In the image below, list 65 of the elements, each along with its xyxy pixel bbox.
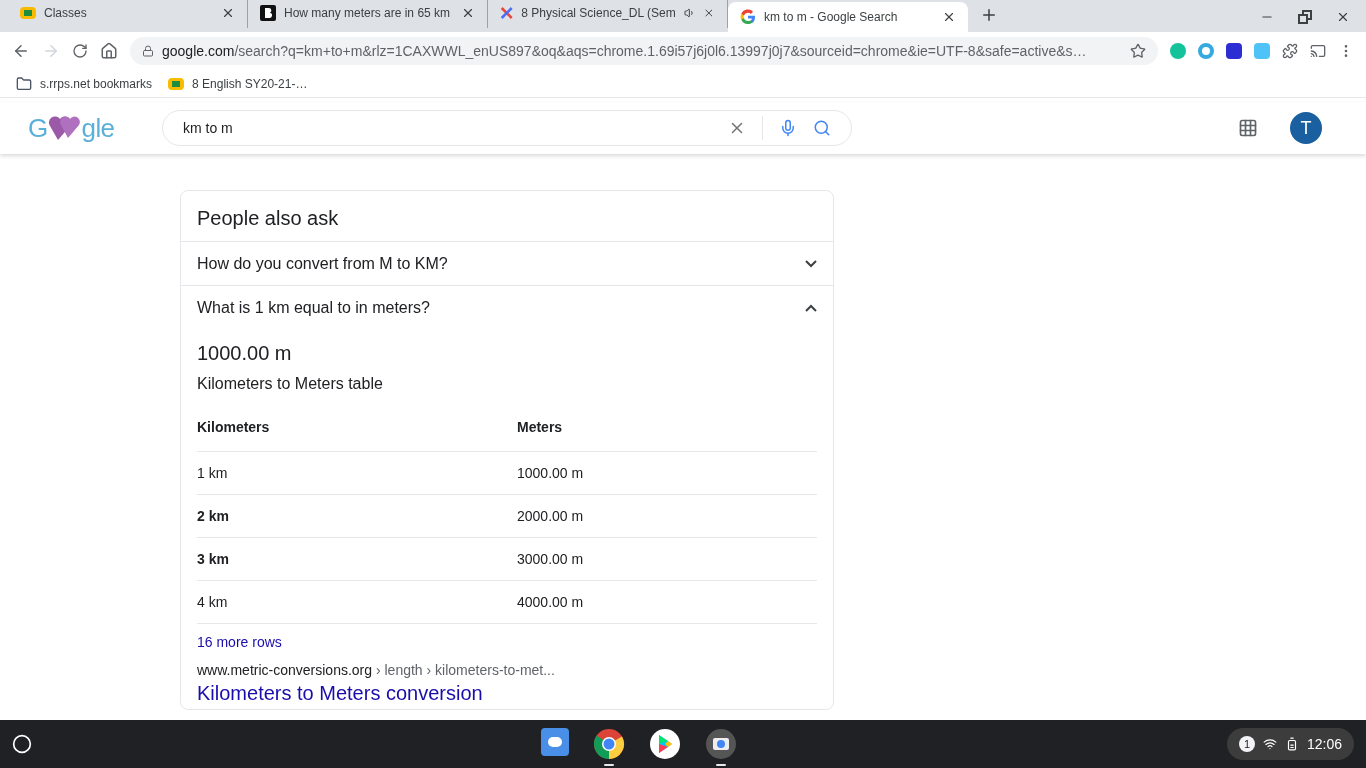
- search-input[interactable]: km to m: [183, 117, 712, 139]
- table-cell: 3 km: [197, 538, 517, 581]
- play-store-app-icon[interactable]: [649, 728, 682, 760]
- table-caption: Kilometers to Meters table: [197, 374, 384, 394]
- tab-title: km to m - Google Search: [764, 9, 899, 26]
- browser-tab[interactable]: km to m - Google Search: [728, 2, 968, 32]
- tab-title: 8 Physical Science_DL (Sem: [521, 5, 676, 22]
- search-icon[interactable]: [813, 119, 831, 137]
- question-row[interactable]: How do you convert from M to KM?: [181, 242, 833, 286]
- home-icon[interactable]: [100, 42, 118, 60]
- classroom-icon: [20, 7, 36, 19]
- folder-icon: [16, 75, 32, 92]
- cross-logo-icon: [500, 5, 514, 21]
- source-url: www.metric-conversions.org › length › kilometers-to-met...: [197, 661, 556, 680]
- restore-icon[interactable]: [1298, 10, 1312, 24]
- launcher-icon[interactable]: [12, 734, 32, 754]
- microphone-icon[interactable]: [779, 119, 797, 137]
- close-tab-icon[interactable]: [221, 6, 235, 20]
- address-bar[interactable]: google.com/search?q=km+to+m&rlz=1CAXWWL_enUS897&oq&aqs=chrome.1.69i57j6j0l6.13997j0j7&sourceid=chrome&ie=UTF-8&safe=active&s…: [130, 37, 1158, 65]
- table-cell: 1000.00 m: [517, 452, 817, 495]
- more-rows-link[interactable]: 16 more rows: [197, 624, 817, 660]
- table-cell: 4 km: [197, 581, 517, 624]
- notification-count: 1: [1238, 736, 1255, 752]
- classroom-icon: [168, 77, 185, 90]
- google-icon: [740, 9, 756, 25]
- apps-grid-icon[interactable]: [1238, 118, 1258, 138]
- bookmark-item[interactable]: s.rrps.net bookmarks: [16, 74, 153, 93]
- back-icon[interactable]: [12, 42, 30, 60]
- wifi-icon: [1262, 737, 1277, 751]
- bookmark-star-icon[interactable]: [1130, 43, 1146, 59]
- close-window-icon[interactable]: [1336, 10, 1350, 24]
- table-cell: 1 km: [197, 452, 517, 495]
- tab-title: Classes: [44, 5, 88, 22]
- table-cell: 4000.00 m: [517, 581, 817, 624]
- browser-tab[interactable]: How many meters are in 65 km: [248, 0, 488, 28]
- new-tab-icon[interactable]: [980, 6, 998, 24]
- question-row[interactable]: What is 1 km equal to in meters?: [181, 286, 833, 330]
- browser-tab[interactable]: Classes: [8, 0, 248, 28]
- column-header: Meters: [517, 404, 817, 452]
- ring-extension-icon[interactable]: [1198, 43, 1214, 59]
- result-link[interactable]: Kilometers to Meters conversion: [197, 681, 817, 709]
- tab-title: How many meters are in 65 km: [284, 5, 452, 22]
- reload-icon[interactable]: [72, 43, 88, 59]
- lock-icon: [142, 45, 154, 57]
- extension-icon[interactable]: [1226, 43, 1242, 59]
- section-title: People also ask: [181, 191, 833, 242]
- messages-app-icon[interactable]: [541, 728, 570, 756]
- table-cell: 2 km: [197, 495, 517, 538]
- status-tray[interactable]: 1 12:06: [1226, 728, 1354, 760]
- extensions-icon[interactable]: [1282, 43, 1298, 59]
- table-cell: 3000.00 m: [517, 538, 817, 581]
- cast-icon[interactable]: [1310, 43, 1326, 59]
- chrome-app-icon[interactable]: [593, 728, 626, 760]
- answer-value: 1000.00 m: [197, 341, 293, 366]
- close-tab-icon[interactable]: [461, 6, 475, 20]
- camera-app-icon[interactable]: [705, 728, 738, 760]
- b-logo-icon: [260, 5, 276, 21]
- close-tab-icon[interactable]: [703, 6, 715, 20]
- table-cell: 2000.00 m: [517, 495, 817, 538]
- url-text: google.com/search?q=km+to+m&rlz=1CAXWWL_enUS897&oq&aqs=chrome.1.69i57j6j0l6.13997j0j7&sourceid=chrome&ie=UTF-8&safe=active&s…: [162, 41, 1088, 61]
- clock-time: 12:06: [1306, 734, 1342, 754]
- close-tab-icon[interactable]: [942, 10, 956, 24]
- column-header: Kilometers: [197, 404, 517, 452]
- bookmark-item[interactable]: 8 English SY20-21-…: [168, 74, 308, 93]
- account-avatar[interactable]: T: [1290, 112, 1322, 144]
